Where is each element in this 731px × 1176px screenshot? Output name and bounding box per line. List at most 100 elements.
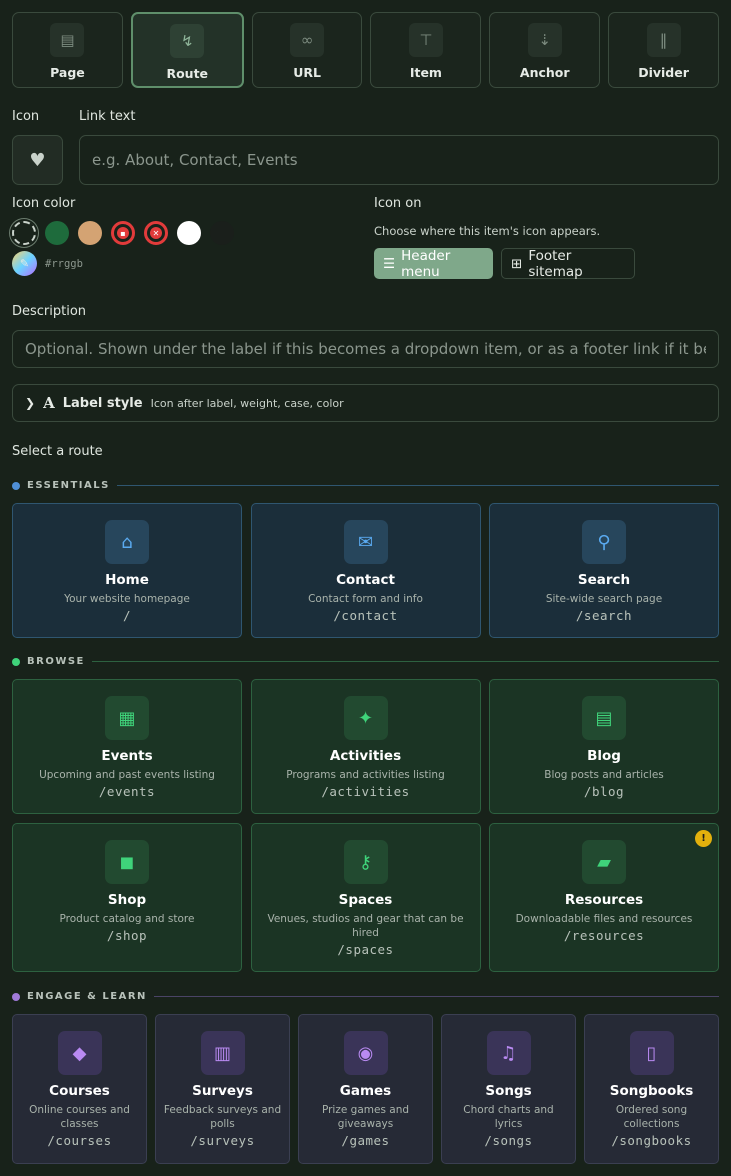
swatch-black[interactable] xyxy=(210,221,234,245)
running-icon: ✦ xyxy=(343,696,388,740)
link-text-input[interactable] xyxy=(79,135,719,185)
eyedropper-icon: ✎ xyxy=(19,257,30,270)
footer-sitemap-label: Footer sitemap xyxy=(528,247,583,280)
route-description: Blog posts and articles xyxy=(544,769,664,781)
header-menu-toggle[interactable]: ☰ Header menu xyxy=(374,248,493,280)
section-browse-title: BROWSE xyxy=(27,656,85,667)
route-path: /surveys xyxy=(190,1133,255,1148)
chevron-right-icon: ❯ xyxy=(25,396,36,410)
route-description: Ordered song collections xyxy=(615,1104,688,1130)
route-card-events[interactable]: ▦ Events Upcoming and past events listin… xyxy=(12,679,242,814)
label-style-expander[interactable]: ❯ A Label style Icon after label, weight… xyxy=(12,384,719,422)
route-card-surveys[interactable]: ▥ Surveys Feedback surveys and polls /su… xyxy=(155,1014,290,1164)
type-label: Page xyxy=(50,65,85,80)
route-path: /activities xyxy=(321,784,410,799)
route-path: /shop xyxy=(106,928,148,943)
route-description: Contact form and info xyxy=(308,593,423,605)
route-description: Product catalog and store xyxy=(59,913,195,925)
item-type-selector: ▤ Page ↯ Route ∞ URL ⊤ Item ⇣ Anchor ‖ Divide… xyxy=(12,12,719,88)
section-essentials-title: ESSENTIALS xyxy=(27,480,110,491)
type-item-button[interactable]: ⊤ Item xyxy=(370,12,482,88)
route-title: Events xyxy=(101,748,153,764)
key-icon: ⚷ xyxy=(343,840,388,884)
route-card-games[interactable]: ◉ Games Prize games and giveaways /games xyxy=(298,1014,433,1164)
section-browse: BROWSE xyxy=(12,656,719,667)
icon-shapes-icon: ♥ xyxy=(29,149,46,171)
route-card-courses[interactable]: ◆ Courses Online courses and classes /co… xyxy=(12,1014,147,1164)
route-icon: ↯ xyxy=(170,24,205,58)
route-card-spaces[interactable]: ⚷ Spaces Venues, studios and gear that c… xyxy=(250,823,481,972)
icon-color-swatches: ▪ ✕ xyxy=(12,221,234,245)
route-card-shop[interactable]: ◼ Shop Product catalog and store /shop xyxy=(12,823,242,972)
folder-icon: ▰ xyxy=(582,840,626,884)
type-anchor-button[interactable]: ⇣ Anchor xyxy=(489,12,601,88)
description-input[interactable] xyxy=(12,330,719,368)
route-card-songbooks[interactable]: ▯ Songbooks Ordered song collections /so… xyxy=(584,1014,719,1164)
swatch-red-x[interactable]: ✕ xyxy=(144,221,168,245)
envelope-icon: ✉ xyxy=(343,520,388,564)
route-path: /resources xyxy=(563,928,645,943)
bars-icon: ☰ xyxy=(383,255,396,272)
link-text-label: Link text xyxy=(79,109,136,124)
route-card-home[interactable]: ⌂ Home Your website homepage / xyxy=(12,503,242,638)
swatch-white[interactable] xyxy=(177,221,201,245)
type-url-button[interactable]: ∞ URL xyxy=(251,12,363,88)
calendar-icon: ▦ xyxy=(105,696,149,740)
divider-icon: ‖ xyxy=(646,23,681,57)
route-title: Blog xyxy=(587,748,621,764)
gamepad-icon: ◉ xyxy=(343,1031,388,1075)
type-label: Item xyxy=(409,65,442,80)
route-card-activities[interactable]: ✦ Activities Programs and activities lis… xyxy=(250,679,481,814)
type-route-button[interactable]: ↯ Route xyxy=(130,12,244,88)
type-label: Anchor xyxy=(519,65,570,80)
route-description: Site-wide search page xyxy=(545,593,663,605)
route-title: Spaces xyxy=(338,892,393,908)
route-path: /spaces xyxy=(337,942,394,957)
route-card-resources[interactable]: ▰ Resources Downloadable files and resou… xyxy=(489,823,719,972)
hex-input[interactable]: #rrggb xyxy=(45,258,83,270)
footer-sitemap-toggle[interactable]: ⊞ Footer sitemap xyxy=(501,247,635,280)
swatch-none[interactable] xyxy=(12,221,36,245)
newspaper-icon: ▤ xyxy=(582,696,626,740)
sitemap-icon: ⊞ xyxy=(511,255,523,272)
warning-icon: ! xyxy=(695,830,712,847)
route-description: Venues, studios and gear that can be hir… xyxy=(267,913,464,939)
icon-color-label: Icon color xyxy=(12,196,76,211)
label-style-title: Label style xyxy=(62,395,143,411)
description-label: Description xyxy=(12,304,87,319)
shopping-bag-icon: ◼ xyxy=(105,840,149,884)
swatch-tan[interactable] xyxy=(78,221,102,245)
route-title: Surveys xyxy=(192,1083,253,1099)
route-card-blog[interactable]: ▤ Blog Blog posts and articles /blog xyxy=(489,679,719,814)
route-title: Resources xyxy=(564,892,644,908)
route-path: /blog xyxy=(583,784,625,799)
route-path: /songs xyxy=(484,1133,533,1148)
route-card-songs[interactable]: ♫ Songs Chord charts and lyrics /songs xyxy=(441,1014,576,1164)
type-page-button[interactable]: ▤ Page xyxy=(12,12,123,88)
music-icon: ♫ xyxy=(486,1031,531,1075)
route-path: /contact xyxy=(333,608,398,623)
route-card-contact[interactable]: ✉ Contact Contact form and info /contact xyxy=(250,503,481,638)
icon-picker-button[interactable]: ♥ xyxy=(12,135,63,185)
page-icon: ▤ xyxy=(50,23,85,57)
swatch-red-square[interactable]: ▪ xyxy=(111,221,135,245)
route-description: Prize games and giveaways xyxy=(321,1104,410,1130)
route-title: Shop xyxy=(107,892,147,908)
route-card-search[interactable]: ⚲ Search Site-wide search page /search xyxy=(489,503,719,638)
route-description: Feedback surveys and polls xyxy=(163,1104,282,1130)
select-route-label: Select a route xyxy=(12,444,103,459)
route-path: / xyxy=(122,608,132,623)
type-divider-button[interactable]: ‖ Divider xyxy=(608,12,719,88)
route-description: Upcoming and past events listing xyxy=(39,769,215,781)
color-picker-button[interactable]: ✎ xyxy=(12,251,37,276)
route-title: Courses xyxy=(49,1083,110,1099)
font-icon: A xyxy=(43,394,55,412)
label-style-subtitle: Icon after label, weight, case, color xyxy=(150,396,344,410)
sort-icon: ⇣ xyxy=(527,23,562,57)
swatch-green[interactable] xyxy=(45,221,69,245)
icon-on-label: Icon on xyxy=(374,196,422,211)
route-path: /songbooks xyxy=(611,1133,692,1148)
route-description: Downloadable files and resources xyxy=(515,913,693,925)
link-icon: ∞ xyxy=(290,23,325,57)
route-description: Programs and activities listing xyxy=(286,769,445,781)
